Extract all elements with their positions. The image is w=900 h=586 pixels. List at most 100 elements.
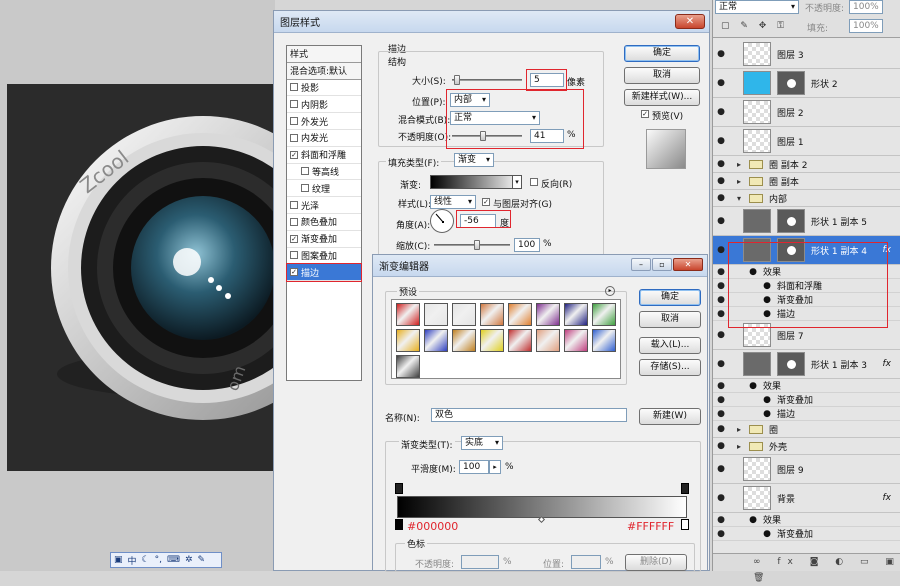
ime-toolbar[interactable]: ▣ 中 ☾ °, ⌨ ✲ ✎: [110, 552, 222, 568]
gradient-preset-swatch[interactable]: [396, 329, 420, 352]
visibility-eye-icon[interactable]: ●: [715, 295, 727, 305]
smooth-dropdown-icon[interactable]: ▸: [489, 460, 501, 474]
style-item[interactable]: ✓ 描边: [286, 263, 362, 283]
maximize-icon[interactable]: ▫: [652, 258, 672, 271]
layers-footer-icons[interactable]: ∞ fx ◙ ◐ ▭ ▣ 🗑: [713, 553, 900, 583]
layer-opacity-input[interactable]: 100%: [849, 0, 883, 14]
style-item[interactable]: ✓ 斜面和浮雕: [287, 147, 361, 164]
layer-effect-row[interactable]: ● ● 效果: [713, 513, 900, 527]
layer-effect-row[interactable]: ● ● 描边: [713, 407, 900, 421]
visibility-eye-icon[interactable]: ●: [715, 176, 727, 186]
layer-row[interactable]: ● ▸ 圈: [713, 421, 900, 438]
style-item-checkbox[interactable]: [301, 184, 309, 193]
gradient-preset-swatch[interactable]: [592, 303, 616, 326]
angle-dial[interactable]: [430, 209, 454, 233]
stop-opacity-input[interactable]: [461, 555, 499, 569]
preview-checkbox[interactable]: ✓: [641, 110, 649, 118]
visibility-eye-icon[interactable]: ●: [715, 395, 727, 405]
visibility-eye-icon[interactable]: ●: [715, 330, 727, 340]
layer-row[interactable]: ● 背景 fx: [713, 484, 900, 513]
group-toggle-icon[interactable]: ▾: [737, 194, 741, 203]
layer-row[interactable]: ● 图层 3: [713, 40, 900, 69]
color-stop-right[interactable]: [681, 519, 689, 530]
visibility-eye-icon[interactable]: ●: [715, 78, 727, 88]
stop-delete-button[interactable]: 删除(D): [625, 554, 687, 571]
grad-load-button[interactable]: 载入(L)...: [639, 337, 701, 354]
gradient-preset-swatch[interactable]: [508, 303, 532, 326]
style-item-checkbox[interactable]: ✓: [290, 150, 298, 159]
style-item[interactable]: 纹理: [287, 180, 361, 198]
layer-row[interactable]: ● ▾ 内部: [713, 190, 900, 207]
smooth-input[interactable]: 100: [459, 460, 489, 474]
visibility-eye-icon[interactable]: ●: [715, 107, 727, 117]
style-item-checkbox[interactable]: [290, 201, 298, 210]
style-item-checkbox[interactable]: ✓: [290, 234, 298, 243]
layer-style-titlebar[interactable]: 图层样式: [274, 11, 709, 33]
style-item[interactable]: 图案叠加: [287, 248, 361, 265]
style-item-checkbox[interactable]: [290, 251, 298, 260]
style-item-checkbox[interactable]: [290, 217, 298, 226]
presets-menu-icon[interactable]: ▸: [605, 286, 615, 296]
name-input[interactable]: 双色: [431, 408, 627, 422]
fill-type-select[interactable]: 渐变: [454, 153, 494, 167]
style-item[interactable]: ✓ 渐变叠加: [287, 231, 361, 248]
gradient-dropdown-icon[interactable]: ▾: [512, 175, 522, 189]
gradient-preset-swatch[interactable]: [480, 329, 504, 352]
gradient-preset-swatch[interactable]: [508, 329, 532, 352]
visibility-eye-icon[interactable]: ●: [715, 359, 727, 369]
punct-icon[interactable]: °,: [155, 555, 162, 565]
close-icon[interactable]: ✕: [673, 258, 703, 271]
style-item[interactable]: 颜色叠加: [287, 214, 361, 231]
gradient-preset-swatch[interactable]: [452, 303, 476, 326]
cancel-button[interactable]: 取消: [624, 67, 700, 84]
wrench-icon[interactable]: ✎: [198, 555, 206, 565]
gradient-preset-swatch[interactable]: [536, 303, 560, 326]
visibility-eye-icon[interactable]: ●: [715, 464, 727, 474]
style-item-checkbox[interactable]: [290, 100, 298, 109]
style-item[interactable]: 内阴影: [287, 96, 361, 114]
group-toggle-icon[interactable]: ▸: [737, 425, 741, 434]
grad-save-button[interactable]: 存储(S)...: [639, 359, 701, 376]
align-checkbox[interactable]: ✓: [482, 198, 490, 206]
effect-eye-icon[interactable]: ●: [727, 395, 771, 405]
style-item-checkbox[interactable]: [290, 133, 298, 142]
visibility-eye-icon[interactable]: ●: [715, 136, 727, 146]
artboard[interactable]: Zcool om: [7, 84, 357, 471]
new-style-button[interactable]: 新建样式(W)...: [624, 89, 700, 106]
effect-eye-icon[interactable]: ●: [727, 409, 771, 419]
visibility-eye-icon[interactable]: ●: [715, 309, 727, 319]
visibility-eye-icon[interactable]: ●: [715, 216, 727, 226]
group-toggle-icon[interactable]: ▸: [737, 442, 741, 451]
gradient-preview[interactable]: [430, 175, 522, 189]
style-item-checkbox[interactable]: [301, 167, 309, 176]
close-icon[interactable]: ✕: [675, 14, 705, 29]
visibility-eye-icon[interactable]: ●: [715, 245, 727, 255]
visibility-eye-icon[interactable]: ●: [715, 281, 727, 291]
style-item-checkbox[interactable]: ✓: [290, 268, 298, 277]
moon-icon[interactable]: ☾: [142, 555, 150, 565]
gradient-preset-swatch[interactable]: [564, 329, 588, 352]
fx-icon[interactable]: fx: [883, 493, 892, 503]
layer-row[interactable]: ● 图层 9: [713, 455, 900, 484]
reverse-checkbox[interactable]: [530, 178, 538, 186]
settings-icon[interactable]: ✲: [185, 555, 193, 565]
visibility-eye-icon[interactable]: ●: [715, 424, 727, 434]
lock-icons[interactable]: ▢ ✎ ✥ ⚿: [721, 21, 788, 31]
visibility-eye-icon[interactable]: ●: [715, 529, 727, 539]
visibility-eye-icon[interactable]: ●: [715, 515, 727, 525]
gradient-preset-swatch[interactable]: [396, 355, 420, 378]
ok-button[interactable]: 确定: [624, 45, 700, 62]
visibility-eye-icon[interactable]: ●: [715, 441, 727, 451]
gradient-preset-swatch[interactable]: [424, 329, 448, 352]
size-slider[interactable]: [452, 75, 522, 85]
effect-eye-icon[interactable]: ●: [727, 515, 757, 525]
style-item[interactable]: 投影: [287, 80, 361, 97]
style-select[interactable]: 线性: [430, 195, 476, 209]
styles-header[interactable]: 样式: [287, 46, 361, 63]
color-stop-left[interactable]: [395, 519, 403, 530]
visibility-eye-icon[interactable]: ●: [715, 381, 727, 391]
gradient-preset-swatch[interactable]: [452, 329, 476, 352]
minimize-icon[interactable]: –: [631, 258, 651, 271]
gradient-bar[interactable]: [397, 496, 687, 518]
stop-location-input[interactable]: [571, 555, 601, 569]
